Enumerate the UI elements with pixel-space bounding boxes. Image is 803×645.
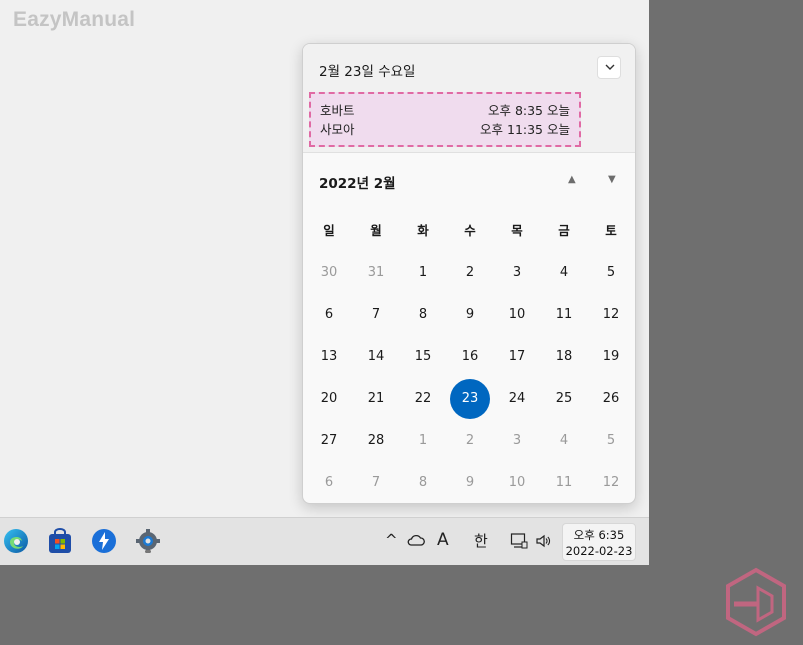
ime-language-indicator[interactable]: 한 bbox=[474, 530, 488, 551]
next-month-button[interactable]: ▼ bbox=[608, 174, 616, 185]
weekday-label: 목 bbox=[511, 223, 523, 238]
watermark: EazyManual bbox=[13, 8, 136, 31]
calendar-day[interactable]: 9 bbox=[450, 295, 490, 335]
weekday-label: 금 bbox=[558, 223, 570, 238]
weekday-label: 토 bbox=[605, 223, 617, 238]
calendar-day[interactable]: 11 bbox=[544, 295, 584, 335]
calendar-day[interactable]: 1 bbox=[403, 421, 443, 461]
calendar-day[interactable]: 17 bbox=[497, 337, 537, 377]
calendar-day[interactable]: 15 bbox=[403, 337, 443, 377]
holiday-location: 사모아 bbox=[320, 122, 355, 137]
month-title[interactable]: 2022년 2월 bbox=[319, 172, 396, 192]
calendar-day[interactable]: 1 bbox=[403, 253, 443, 293]
calendar-day[interactable]: 5 bbox=[591, 421, 631, 461]
calendar-day[interactable]: 30 bbox=[309, 253, 349, 293]
edge-button[interactable] bbox=[2, 527, 30, 555]
holiday-time: 오후 8:35 오늘 bbox=[487, 103, 570, 118]
holiday-row: 호바트 오후 8:35 오늘 bbox=[320, 100, 570, 118]
quick-assist-icon bbox=[92, 529, 116, 553]
calendar-day[interactable]: 2 bbox=[450, 421, 490, 461]
calendar-day[interactable]: 13 bbox=[309, 337, 349, 377]
calendar-day[interactable]: 7 bbox=[356, 463, 396, 503]
holiday-row: 사모아 오후 11:35 오늘 bbox=[320, 119, 570, 137]
calendar-day[interactable]: 18 bbox=[544, 337, 584, 377]
network-icon[interactable] bbox=[510, 532, 528, 554]
calendar-day[interactable]: 14 bbox=[356, 337, 396, 377]
weekday-label: 화 bbox=[417, 223, 429, 238]
calendar-day[interactable]: 21 bbox=[356, 379, 396, 419]
calendar-day[interactable]: 3 bbox=[497, 421, 537, 461]
store-button[interactable] bbox=[46, 527, 74, 555]
cloud-icon[interactable] bbox=[407, 533, 425, 551]
calendar-day[interactable]: 10 bbox=[497, 295, 537, 335]
calendar-day[interactable]: 2 bbox=[450, 253, 490, 293]
clock-time: 오후 6:35 bbox=[573, 528, 625, 542]
flyout-header: 2월 23일 수요일 호바트 오후 8:35 오늘 사모아 오후 11:35 오… bbox=[303, 44, 635, 153]
calendar-day[interactable]: 22 bbox=[403, 379, 443, 419]
calendar-day[interactable]: 19 bbox=[591, 337, 631, 377]
calendar-day[interactable]: 20 bbox=[309, 379, 349, 419]
running-indicator bbox=[145, 550, 151, 553]
calendar-day[interactable]: 9 bbox=[450, 463, 490, 503]
calendar-day[interactable]: 3 bbox=[497, 253, 537, 293]
weekday-label: 월 bbox=[370, 223, 382, 238]
show-hidden-icons-button[interactable]: ^ bbox=[385, 531, 398, 549]
date-title: 2월 23일 수요일 bbox=[319, 64, 416, 80]
clock-button[interactable]: 오후 6:35 2022-02-23 bbox=[562, 523, 636, 561]
calendar-day[interactable]: 28 bbox=[356, 421, 396, 461]
calendar-day[interactable]: 12 bbox=[591, 295, 631, 335]
calendar-day[interactable]: 31 bbox=[356, 253, 396, 293]
calendar-day[interactable]: 12 bbox=[591, 463, 631, 503]
calendar-day[interactable]: 11 bbox=[544, 463, 584, 503]
calendar-day[interactable]: 25 bbox=[544, 379, 584, 419]
edge-icon bbox=[4, 529, 28, 553]
calendar-day[interactable]: 6 bbox=[309, 463, 349, 503]
calendar-day[interactable]: 5 bbox=[591, 253, 631, 293]
settings-button[interactable] bbox=[134, 527, 162, 555]
calendar-day[interactable]: 26 bbox=[591, 379, 631, 419]
calendar-day[interactable]: 16 bbox=[450, 337, 490, 377]
previous-month-button[interactable]: ▲ bbox=[568, 174, 576, 185]
calendar-flyout: 2월 23일 수요일 호바트 오후 8:35 오늘 사모아 오후 11:35 오… bbox=[302, 43, 636, 504]
holiday-time: 오후 11:35 오늘 bbox=[480, 122, 570, 137]
collapse-button[interactable] bbox=[597, 56, 621, 79]
store-icon bbox=[49, 528, 71, 553]
calendar-day[interactable]: 8 bbox=[403, 295, 443, 335]
calendar-day[interactable]: 4 bbox=[544, 253, 584, 293]
volume-icon[interactable] bbox=[535, 533, 551, 553]
calendar-day[interactable]: 4 bbox=[544, 421, 584, 461]
calendar-day[interactable]: 7 bbox=[356, 295, 396, 335]
calendar-day[interactable]: 6 bbox=[309, 295, 349, 335]
calendar-day[interactable]: 24 bbox=[497, 379, 537, 419]
weekday-label: 수 bbox=[464, 223, 476, 238]
quick-assist-button[interactable] bbox=[90, 527, 118, 555]
calendar-day[interactable]: 27 bbox=[309, 421, 349, 461]
taskbar: ^ A 한 오후 6:35 2022-02-23 bbox=[0, 517, 649, 565]
holiday-location: 호바트 bbox=[320, 103, 355, 118]
weekday-label: 일 bbox=[323, 223, 335, 238]
calendar-day[interactable]: 10 bbox=[497, 463, 537, 503]
ime-mode-indicator[interactable]: A bbox=[437, 530, 449, 550]
holiday-list: 호바트 오후 8:35 오늘 사모아 오후 11:35 오늘 bbox=[309, 92, 581, 147]
brand-logo bbox=[720, 566, 792, 638]
chevron-down-icon bbox=[604, 61, 616, 76]
clock-date: 2022-02-23 bbox=[565, 544, 633, 558]
calendar-day[interactable]: 8 bbox=[403, 463, 443, 503]
calendar-day-selected[interactable]: 23 bbox=[450, 379, 490, 419]
